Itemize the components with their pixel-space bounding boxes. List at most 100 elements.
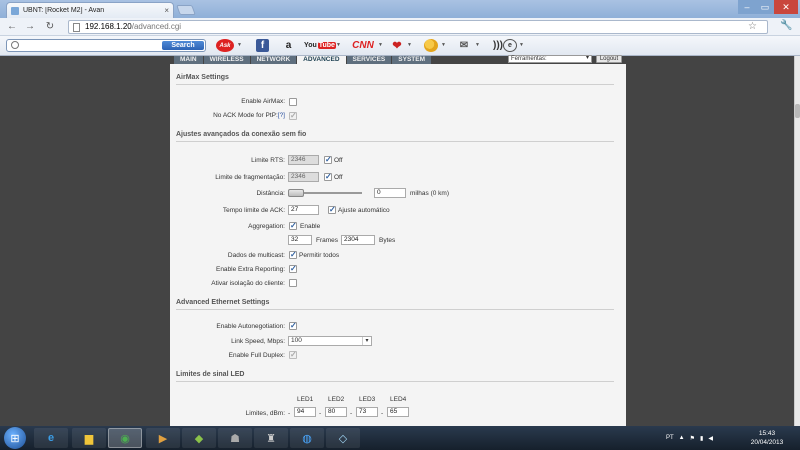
start-button[interactable]: ⊞ xyxy=(4,427,26,449)
distance-label: Distância: xyxy=(256,190,285,197)
rts-label: Limite RTS: xyxy=(251,157,285,164)
noack-help-link[interactable]: [?] xyxy=(278,112,285,119)
toolbar-search-input[interactable]: Search xyxy=(6,39,206,52)
aggregation-enable-label: Enable xyxy=(300,223,321,230)
new-tab-button[interactable] xyxy=(176,5,196,15)
noack-label: No ACK Mode for PtP:[?] xyxy=(213,112,285,119)
tools-select[interactable]: Ferramentas: xyxy=(508,55,592,63)
page-scrollbar[interactable] xyxy=(794,56,800,426)
toolbar-search-button[interactable]: Search xyxy=(162,41,204,50)
chevron-down-icon[interactable]: ▼ xyxy=(441,42,446,48)
tab-title: UBNT: [Rocket M2] - Avan xyxy=(23,7,105,14)
multicast-checkbox[interactable] xyxy=(289,250,297,259)
chevron-down-icon[interactable]: ▼ xyxy=(519,42,524,48)
chevron-up-icon[interactable]: ▲ xyxy=(679,435,685,441)
link-speed-select[interactable]: 100 ▾ xyxy=(288,336,372,346)
rts-off-checkbox[interactable] xyxy=(324,155,332,164)
client-isolation-checkbox[interactable] xyxy=(289,279,297,287)
aggregation-frames-input[interactable]: 32 xyxy=(288,235,312,245)
address-bar: ← → ↻ 192.168.1.20/advanced.cgi ☆ 🔧 xyxy=(0,18,800,36)
fragmentation-off-checkbox[interactable] xyxy=(324,172,332,181)
led2-header: LED2 xyxy=(328,396,345,403)
led3-header: LED3 xyxy=(359,396,376,403)
heart-icon[interactable]: ❤ xyxy=(390,39,404,52)
network-icon[interactable]: ▮ xyxy=(700,435,703,442)
led-limits-label: Limites, dBm: xyxy=(245,410,285,417)
tab-system[interactable]: SYSTEM xyxy=(392,56,432,64)
page-info-icon[interactable] xyxy=(73,23,80,32)
url-path: /advanced.cgi xyxy=(131,22,182,31)
youtube-icon[interactable]: You Tube xyxy=(304,39,336,52)
chrome-icon[interactable]: ◉ xyxy=(108,428,142,448)
app-icon[interactable]: ♜ xyxy=(254,428,288,448)
back-arrow-icon[interactable]: ← xyxy=(6,21,18,33)
taskbar-clock[interactable]: 15:43 20/04/2013 xyxy=(740,429,794,447)
led1-header: LED1 xyxy=(297,396,314,403)
maximize-button[interactable]: ▭ xyxy=(756,0,774,14)
close-window-button[interactable]: ✕ xyxy=(774,0,798,14)
logout-button[interactable]: Logout xyxy=(596,55,622,63)
distance-input[interactable]: 0 xyxy=(374,188,406,198)
tab-close-icon[interactable]: × xyxy=(164,6,169,15)
distance-slider-handle[interactable] xyxy=(288,189,304,197)
section-divider xyxy=(176,84,614,85)
extra-reporting-checkbox[interactable] xyxy=(289,264,297,273)
page-favicon-icon xyxy=(11,6,19,15)
tab-services[interactable]: SERVICES xyxy=(346,56,392,64)
weather-icon[interactable] xyxy=(424,39,438,52)
tab-main[interactable]: MAIN xyxy=(174,56,203,64)
chevron-down-icon[interactable]: ▼ xyxy=(407,42,412,48)
bookmark-star-icon[interactable]: ☆ xyxy=(748,21,757,32)
app-icon[interactable]: ◆ xyxy=(182,428,216,448)
section-divider xyxy=(176,309,614,310)
enable-airmax-checkbox[interactable] xyxy=(289,98,297,106)
reload-icon[interactable]: ↻ xyxy=(44,21,56,33)
chevron-down-icon[interactable]: ▼ xyxy=(336,42,341,48)
aggregation-bytes-input[interactable]: 2304 xyxy=(341,235,375,245)
tab-advanced[interactable]: ADVANCED xyxy=(297,56,346,64)
explorer-folder-icon[interactable]: ▆ xyxy=(72,428,106,448)
chevron-down-icon[interactable]: ▼ xyxy=(378,42,383,48)
facebook-icon[interactable]: f xyxy=(256,39,269,52)
led4-input[interactable]: 65 xyxy=(387,407,409,417)
aggregation-checkbox[interactable] xyxy=(289,221,297,230)
clock-time: 15:43 xyxy=(758,430,776,437)
language-indicator[interactable]: PT xyxy=(666,435,674,441)
media-player-icon[interactable]: ▶ xyxy=(146,428,180,448)
mail-icon[interactable]: ✉ xyxy=(456,39,472,52)
tab-wireless[interactable]: WIRELESS xyxy=(203,56,250,64)
led3-input[interactable]: 73 xyxy=(356,407,378,417)
minimize-button[interactable]: – xyxy=(738,0,756,14)
wireless-advanced-section-title: Ajustes avançados da conexão sem fio xyxy=(176,131,307,138)
enable-airmax-label: Enable AirMax: xyxy=(241,98,285,105)
flag-icon[interactable]: ⚑ xyxy=(690,435,695,442)
forward-arrow-icon[interactable]: → xyxy=(24,21,36,33)
autonegotiation-checkbox[interactable] xyxy=(289,321,297,330)
rts-input[interactable]: 2346 xyxy=(288,155,319,165)
chevron-down-icon[interactable]: ▼ xyxy=(237,42,242,48)
url-host: 192.168.1.20 xyxy=(85,22,132,31)
fragmentation-input[interactable]: 2346 xyxy=(288,172,319,182)
internet-explorer-icon[interactable]: e xyxy=(34,428,68,448)
tab-network[interactable]: NETWORK xyxy=(250,56,297,64)
app-icon[interactable]: ◇ xyxy=(326,428,360,448)
wrench-menu-icon[interactable]: 🔧 xyxy=(780,20,792,31)
ack-timeout-input[interactable]: 27 xyxy=(288,205,319,215)
led2-input[interactable]: 80 xyxy=(325,407,347,417)
globe-icon[interactable]: e xyxy=(503,39,517,52)
fragmentation-label: Limite de fragmentação: xyxy=(215,174,285,181)
volume-icon[interactable]: ◀ xyxy=(708,435,713,442)
url-input[interactable]: 192.168.1.20/advanced.cgi xyxy=(68,20,768,34)
amazon-icon[interactable]: a xyxy=(282,39,295,52)
scrollbar-thumb[interactable] xyxy=(795,104,800,118)
skype-icon[interactable]: ◍ xyxy=(290,428,324,448)
ack-auto-checkbox[interactable] xyxy=(328,205,336,214)
browser-tab[interactable]: UBNT: [Rocket M2] - Avan × xyxy=(6,2,174,18)
app-icon[interactable]: ☗ xyxy=(218,428,252,448)
led-sep: - xyxy=(319,410,322,417)
led1-input[interactable]: 94 xyxy=(294,407,316,417)
cnn-icon[interactable]: CNN xyxy=(348,39,378,52)
ask-icon[interactable]: Ask xyxy=(216,39,234,52)
chevron-down-icon[interactable]: ▼ xyxy=(475,42,480,48)
system-tray: PT ▲ ⚑ ▮ ◀ xyxy=(666,426,713,450)
